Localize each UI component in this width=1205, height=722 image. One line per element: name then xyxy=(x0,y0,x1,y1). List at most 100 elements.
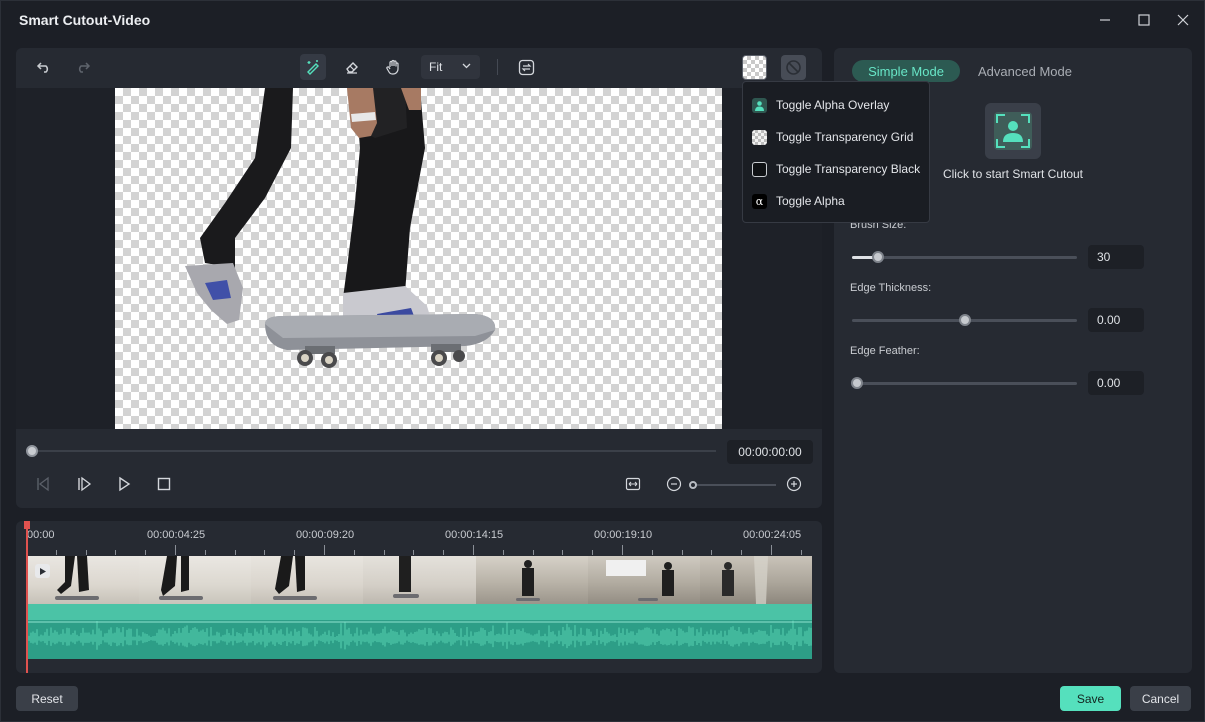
timeline-panel[interactable]: 00:00 00:00:04:25 00:00:09:20 00:00:14:1… xyxy=(16,521,822,673)
clip-thumbnail xyxy=(251,556,364,604)
edge-thickness-input[interactable]: 0.00 xyxy=(1088,308,1144,332)
window-title: Smart Cutout-Video xyxy=(19,12,151,28)
title-bar: Smart Cutout-Video xyxy=(1,1,1204,39)
clip-thumbnail xyxy=(587,556,700,604)
ruler-tick xyxy=(85,550,87,555)
ruler-tick xyxy=(532,550,534,555)
ruler-label: 00:00:14:15 xyxy=(445,529,504,541)
checker-grid-icon xyxy=(752,129,767,145)
ruler-label: 00:00 xyxy=(27,529,55,541)
zoom-out-button[interactable] xyxy=(663,473,685,495)
ruler-tick xyxy=(115,550,117,555)
menu-item-transparency-grid[interactable]: Toggle Transparency Grid xyxy=(743,123,929,151)
ruler-tick xyxy=(711,550,713,555)
playback-scrubber-handle[interactable] xyxy=(26,445,38,457)
undo-button[interactable] xyxy=(31,54,57,80)
timeline-playhead[interactable] xyxy=(26,521,28,673)
redo-button[interactable] xyxy=(70,54,96,80)
video-clip[interactable] xyxy=(27,556,812,604)
maximize-button[interactable] xyxy=(1126,7,1162,33)
swap-icon xyxy=(518,59,534,75)
ruler-label: 00:00:09:20 xyxy=(296,529,355,541)
smart-cutout-window: Smart Cutout-Video Fit 00:00:00:00 Toggl… xyxy=(0,0,1205,722)
close-button[interactable] xyxy=(1165,7,1201,33)
menu-item-alpha[interactable]: α Toggle Alpha xyxy=(743,187,929,215)
fit-select-value: Fit xyxy=(429,60,443,74)
ruler-label: 00:00:04:25 xyxy=(147,529,206,541)
clip-thumbnail xyxy=(699,556,812,604)
zoom-slider-track[interactable] xyxy=(692,484,776,486)
playhead-handle[interactable] xyxy=(24,521,30,529)
smart-brush-icon xyxy=(307,60,319,75)
fit-timeline-button[interactable] xyxy=(622,473,644,495)
alpha-icon: α xyxy=(752,193,767,209)
ruler-tick xyxy=(294,550,296,555)
ruler-tick xyxy=(622,545,623,555)
chevron-down-icon xyxy=(462,63,471,69)
ruler-tick xyxy=(741,550,743,555)
previous-frame-button[interactable] xyxy=(32,473,54,495)
ruler-tick xyxy=(771,545,772,555)
timeline-ruler[interactable] xyxy=(26,545,812,555)
smart-cutout-icon xyxy=(994,112,1032,150)
clip-thumbnail xyxy=(139,556,252,604)
ruler-tick xyxy=(204,550,206,555)
save-button[interactable]: Save xyxy=(1060,686,1121,711)
previous-frame-icon xyxy=(37,476,49,492)
zoom-out-icon xyxy=(666,476,682,492)
mask-track[interactable] xyxy=(27,604,812,620)
play-button[interactable] xyxy=(113,473,135,495)
audio-waveform-shape xyxy=(26,620,812,651)
hand-pan-button[interactable] xyxy=(380,54,406,80)
swap-button[interactable] xyxy=(513,54,539,80)
minimize-button[interactable] xyxy=(1087,7,1123,33)
ruler-tick xyxy=(443,550,445,555)
ruler-tick xyxy=(413,550,415,555)
edge-feather-handle[interactable] xyxy=(851,377,863,389)
menu-item-transparency-black[interactable]: Toggle Transparency Black xyxy=(743,155,929,183)
edge-feather-slider[interactable] xyxy=(852,382,1077,385)
black-square-icon xyxy=(752,161,767,177)
menu-item-label: Toggle Alpha xyxy=(776,194,845,208)
next-frame-button[interactable] xyxy=(73,473,95,495)
reset-button[interactable]: Reset xyxy=(16,686,78,711)
cancel-button[interactable]: Cancel xyxy=(1130,686,1191,711)
ruler-tick xyxy=(145,550,147,555)
brush-size-handle[interactable] xyxy=(872,251,884,263)
preview-toolbar: Fit xyxy=(16,48,822,88)
transparency-grid-toggle[interactable] xyxy=(742,55,767,80)
playback-scrubber-track[interactable] xyxy=(32,450,716,452)
next-frame-icon xyxy=(78,476,92,492)
brush-size-slider[interactable] xyxy=(852,256,1077,259)
zoom-in-button[interactable] xyxy=(783,473,805,495)
ruler-tick xyxy=(473,545,474,555)
video-clip-icon xyxy=(35,564,50,578)
undo-icon xyxy=(36,62,49,73)
tab-advanced-mode[interactable]: Advanced Mode xyxy=(972,60,1078,82)
eraser-button[interactable] xyxy=(339,54,365,80)
tab-simple-mode[interactable]: Simple Mode xyxy=(852,60,960,82)
stop-button[interactable] xyxy=(153,473,175,495)
edge-feather-input[interactable]: 0.00 xyxy=(1088,371,1144,395)
brush-size-input[interactable]: 30 xyxy=(1088,245,1144,269)
menu-item-label: Toggle Transparency Grid xyxy=(776,130,914,144)
timecode-display: 00:00:00:00 xyxy=(727,440,813,464)
fit-select[interactable]: Fit xyxy=(421,55,480,79)
preview-canvas[interactable] xyxy=(16,88,822,429)
audio-waveform[interactable] xyxy=(26,620,812,659)
ruler-tick xyxy=(562,550,564,555)
zoom-slider-handle[interactable] xyxy=(689,481,697,489)
minimize-icon xyxy=(1100,19,1110,21)
smart-cutout-button[interactable] xyxy=(985,103,1041,159)
ruler-tick xyxy=(383,550,385,555)
smart-cutout-label: Click to start Smart Cutout xyxy=(942,167,1084,181)
edge-thickness-handle[interactable] xyxy=(959,314,971,326)
preview-panel: Fit 00:00:00:00 xyxy=(16,48,822,508)
ruler-tick xyxy=(264,550,266,555)
ruler-tick xyxy=(800,550,802,555)
alpha-view-toggle[interactable] xyxy=(781,55,806,80)
smart-brush-button[interactable] xyxy=(300,54,326,80)
menu-item-alpha-overlay[interactable]: Toggle Alpha Overlay xyxy=(743,91,929,119)
edge-feather-label: Edge Feather: xyxy=(850,345,920,357)
eraser-icon xyxy=(346,62,358,74)
